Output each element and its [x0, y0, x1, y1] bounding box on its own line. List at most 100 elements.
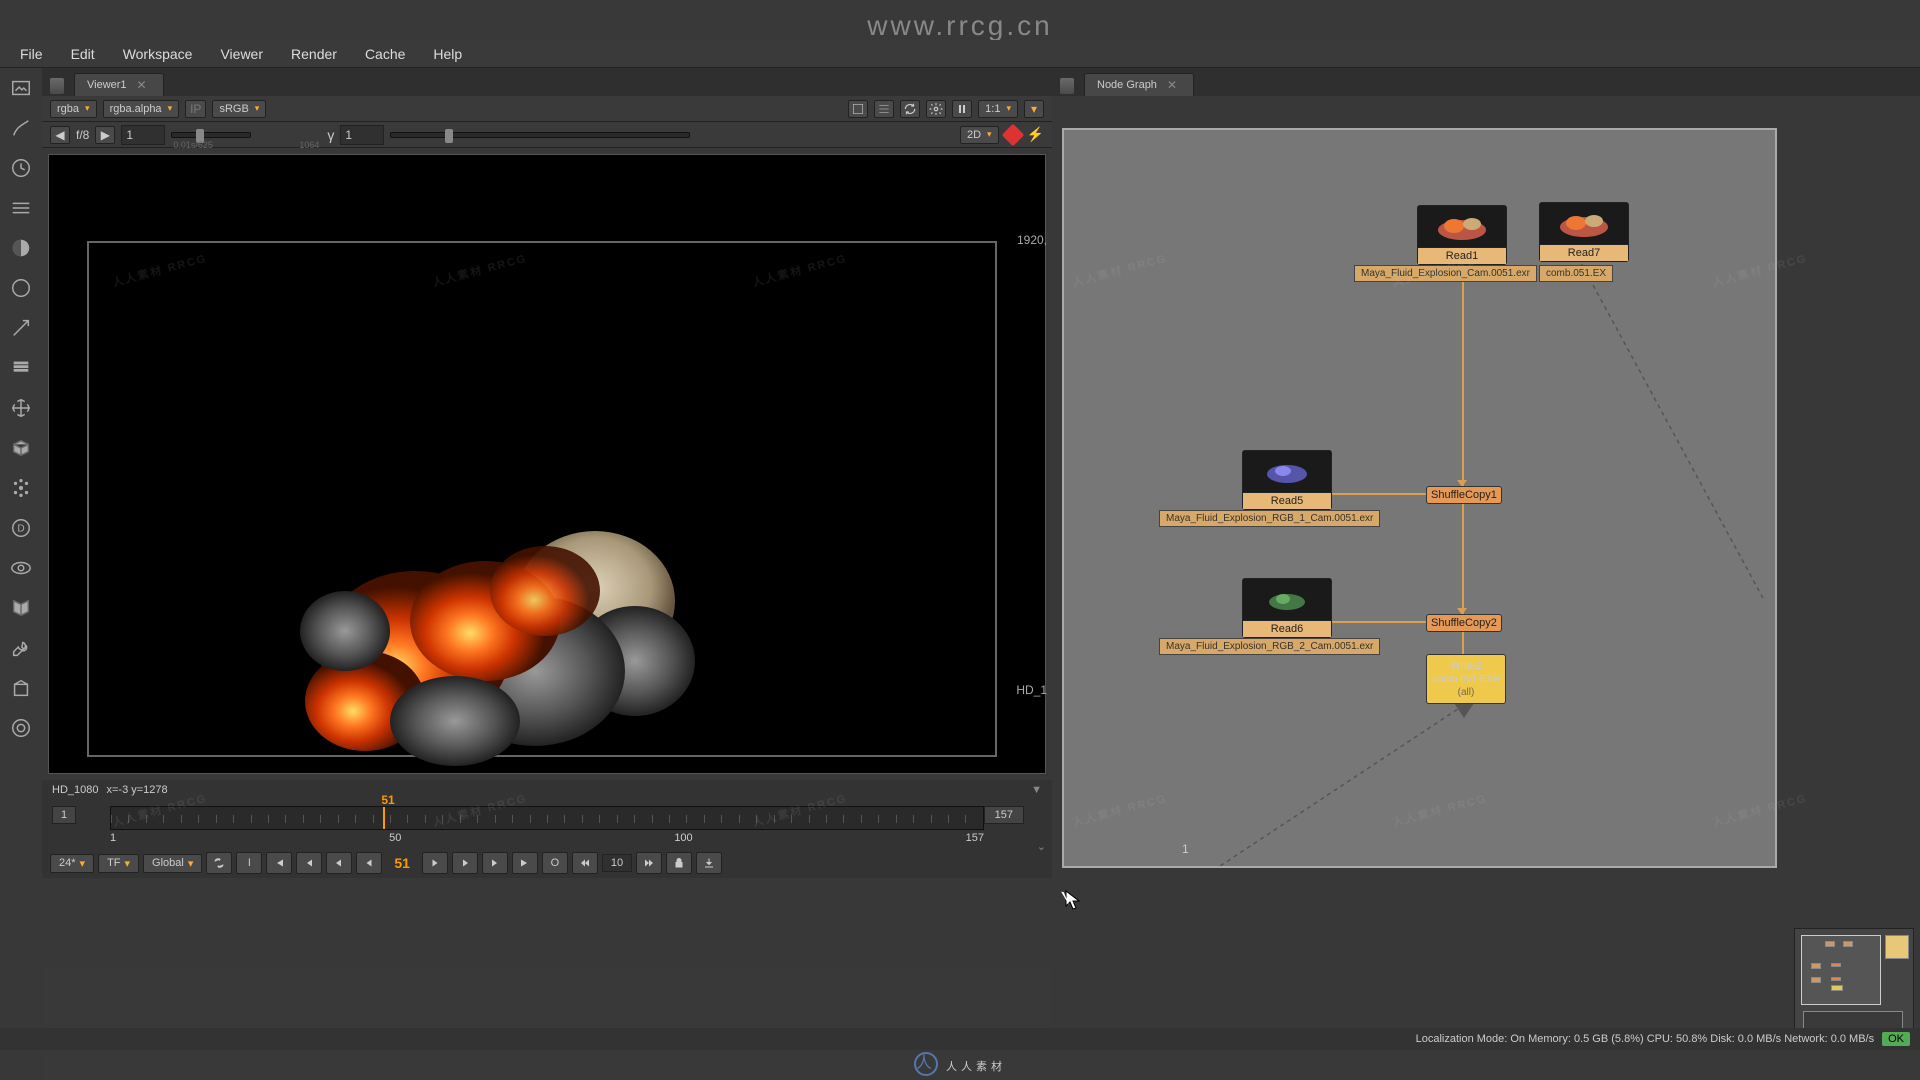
loop-icon[interactable] [206, 852, 232, 874]
tool-channel-icon[interactable] [9, 196, 33, 220]
tool-merge-icon[interactable] [9, 356, 33, 380]
viewer-panel: Viewer1 ✕ rgba▾ rgba.alpha▾ IP sRGB▾ 1:1… [42, 68, 1052, 968]
lock-icon[interactable] [666, 852, 692, 874]
fstop-slider[interactable] [171, 132, 251, 138]
tab-viewer1[interactable]: Viewer1 ✕ [74, 73, 164, 96]
step-back-button[interactable] [326, 852, 352, 874]
status-dropdown-icon[interactable]: ▼ [1031, 784, 1042, 796]
menu-render[interactable]: Render [277, 42, 351, 66]
gamma-slider[interactable] [390, 132, 690, 138]
skip-frames[interactable]: 10 [602, 854, 632, 872]
tool-deep-icon[interactable]: D [9, 516, 33, 540]
tool-color-icon[interactable] [9, 236, 33, 260]
go-end-button[interactable] [512, 852, 538, 874]
menu-bar: File Edit Workspace Viewer Render Cache … [0, 40, 1920, 68]
format-label: HD_1080 [52, 784, 98, 796]
footer-watermark: 人人人素材 [0, 1050, 1920, 1076]
menu-cache[interactable]: Cache [351, 42, 419, 66]
node-read6-path: Maya_Fluid_Explosion_RGB_2_Cam.0051.exr [1159, 638, 1380, 655]
in-point-button[interactable]: I [236, 852, 262, 874]
menu-workspace[interactable]: Workspace [109, 42, 207, 66]
menu-edit[interactable]: Edit [57, 42, 109, 66]
node-shufflecopy2[interactable]: ShuffleCopy2 [1426, 614, 1502, 632]
timeline-track[interactable]: 51 [110, 806, 984, 830]
node-read5[interactable]: Read5 [1242, 450, 1332, 510]
list-icon[interactable] [874, 100, 894, 118]
prev-key-button[interactable] [296, 852, 322, 874]
fstop-value[interactable]: 1 [121, 125, 165, 145]
export-icon[interactable] [696, 852, 722, 874]
skip-fwd-button[interactable] [636, 852, 662, 874]
current-frame[interactable]: 51 [386, 855, 418, 871]
viewport[interactable]: 1920, HD_1 [48, 154, 1046, 774]
prev-frame-button[interactable]: ◀ [50, 126, 70, 144]
tool-time-icon[interactable] [9, 156, 33, 180]
tool-image-icon[interactable] [9, 76, 33, 100]
close-icon[interactable]: ✕ [1167, 78, 1177, 92]
viewer-toolbar-2: ◀ f/8 ▶ 1 0.01s/625 1064 γ 1 2D▾ ⚡ [42, 122, 1052, 148]
next-key-button[interactable] [482, 852, 508, 874]
tool-3d-icon[interactable] [9, 436, 33, 460]
tool-other-icon[interactable] [9, 676, 33, 700]
next-frame-button[interactable]: ▶ [95, 126, 115, 144]
pause-icon[interactable] [952, 100, 972, 118]
node-read1[interactable]: Read1 [1417, 205, 1507, 265]
play-back-button[interactable] [356, 852, 382, 874]
graph-frame-marker: 1 [1182, 842, 1189, 856]
node-read7-path: comb.051.EX [1539, 265, 1613, 282]
tf-select[interactable]: TF▾ [98, 854, 139, 873]
tool-views-icon[interactable] [9, 556, 33, 580]
node-wire [1332, 621, 1428, 623]
tool-transform-icon[interactable] [9, 396, 33, 420]
go-start-button[interactable] [266, 852, 292, 874]
gamma-value[interactable]: 1 [340, 125, 384, 145]
wipe-icon[interactable] [1001, 123, 1024, 146]
resolution-label: 1920, [1017, 233, 1047, 247]
lightning-icon[interactable]: ⚡ [1027, 126, 1044, 143]
menu-help[interactable]: Help [419, 42, 476, 66]
refresh-icon[interactable] [900, 100, 920, 118]
timeline-start[interactable]: 1 [52, 806, 76, 824]
menu-file[interactable]: File [6, 42, 57, 66]
caret-down-icon[interactable]: ▾ [1024, 100, 1044, 118]
timeline-end[interactable]: 157 [984, 806, 1024, 824]
menu-viewer[interactable]: Viewer [206, 42, 277, 66]
tab-node-graph[interactable]: Node Graph ✕ [1084, 73, 1194, 96]
alpha-select[interactable]: rgba.alpha▾ [103, 100, 180, 118]
tab-handle-icon[interactable] [1060, 78, 1074, 94]
close-icon[interactable]: ✕ [137, 78, 147, 92]
tool-draw-icon[interactable] [9, 116, 33, 140]
tool-all-icon[interactable] [9, 716, 33, 740]
node-wire [1462, 260, 1464, 490]
node-read1-path: Maya_Fluid_Explosion_Cam.0051.exr [1354, 265, 1537, 282]
node-read6[interactable]: Read6 [1242, 578, 1332, 638]
node-graph-panel: Node Graph ✕ Read1 Maya_Fluid_Explosion_… [1052, 68, 1920, 1030]
out-point-button[interactable]: O [542, 852, 568, 874]
tool-circle-icon[interactable] [9, 276, 33, 300]
clip-icon[interactable] [848, 100, 868, 118]
tool-metadata-icon[interactable] [9, 596, 33, 620]
tool-keyer-icon[interactable] [9, 316, 33, 340]
tool-particles-icon[interactable] [9, 476, 33, 500]
step-fwd-button[interactable] [452, 852, 478, 874]
node-write2[interactable]: Write2 comb.051.EXR (all) [1426, 654, 1506, 704]
skip-back-button[interactable] [572, 852, 598, 874]
tool-toolsets-icon[interactable] [9, 636, 33, 660]
fps-select[interactable]: 24*▾ [50, 854, 94, 873]
timeline-chevron-icon[interactable]: ⌄ [1037, 840, 1046, 853]
node-shufflecopy1[interactable]: ShuffleCopy1 [1426, 486, 1502, 504]
playback-bar: 24*▾ TF▾ Global▾ I 51 O 10 [42, 848, 1052, 878]
tab-handle-icon[interactable] [50, 78, 64, 94]
sync-select[interactable]: Global▾ [143, 854, 202, 873]
node-graph-canvas[interactable]: Read1 Maya_Fluid_Explosion_Cam.0051.exr … [1062, 128, 1777, 868]
lut-select[interactable]: sRGB▾ [212, 100, 266, 118]
tab-node-graph-label: Node Graph [1097, 79, 1157, 91]
zoom-select[interactable]: 1:1▾ [978, 100, 1018, 118]
gear-icon[interactable] [926, 100, 946, 118]
play-button[interactable] [422, 852, 448, 874]
view-mode-select[interactable]: 2D▾ [960, 126, 999, 144]
node-read7[interactable]: Read7 [1539, 202, 1629, 262]
ip-button[interactable]: IP [185, 100, 206, 118]
channel-select[interactable]: rgba▾ [50, 100, 97, 118]
node-read5-path: Maya_Fluid_Explosion_RGB_1_Cam.0051.exr [1159, 510, 1380, 527]
